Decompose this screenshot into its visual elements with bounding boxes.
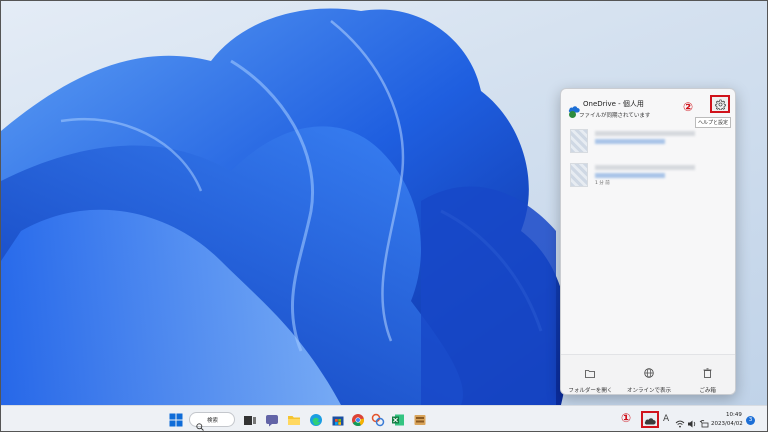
file-location-redacted	[595, 139, 665, 144]
onedrive-cloud-icon	[644, 410, 656, 429]
windows-start-icon[interactable]	[169, 412, 183, 427]
battery-icon[interactable]	[699, 414, 709, 428]
teams-chat-icon[interactable]	[265, 412, 279, 427]
search-icon	[196, 416, 204, 431]
view-online-label: オンラインで表示	[627, 388, 672, 394]
sync-status-icon	[569, 111, 576, 118]
onedrive-tray-button[interactable]	[641, 411, 659, 428]
snipping-tool-icon[interactable]	[371, 412, 385, 427]
sync-status-text: ファイルが同期されています	[579, 113, 651, 119]
chrome-browser-icon[interactable]	[351, 412, 365, 427]
ime-indicator[interactable]: A	[663, 414, 669, 424]
task-view-icon[interactable]	[243, 412, 257, 426]
recycle-bin-button[interactable]: ごみ箱	[678, 355, 735, 394]
help-settings-button[interactable]	[710, 95, 730, 113]
gear-icon	[714, 95, 726, 114]
volume-icon[interactable]	[687, 414, 697, 428]
file-thumbnail	[570, 163, 588, 187]
taskbar: 検索 ① A 10:49 2023/04/02 3	[1, 405, 767, 431]
annotation-marker-1: ①	[621, 411, 632, 425]
open-folder-label: フォルダーを開く	[568, 388, 613, 394]
microsoft-store-icon[interactable]	[331, 412, 345, 426]
list-item[interactable]	[561, 127, 735, 157]
recent-file-list: 1 分 前	[561, 127, 735, 195]
excel-icon[interactable]	[391, 412, 405, 426]
recycle-bin-icon	[703, 363, 712, 382]
taskbar-search-box[interactable]: 検索	[189, 412, 235, 431]
onedrive-flyout: OneDrive - 個人用 ファイルが同期されています ② ヘルプと設定 1 …	[560, 88, 736, 395]
clock-date[interactable]: 2023/04/02	[711, 421, 743, 427]
globe-icon	[644, 363, 654, 382]
search-label: 検索	[207, 418, 219, 424]
file-meta: 1 分 前	[595, 181, 610, 186]
flyout-footer: フォルダーを開く オンラインで表示 ごみ箱	[561, 354, 735, 394]
open-folder-button[interactable]: フォルダーを開く	[561, 355, 620, 394]
folder-icon	[585, 363, 596, 382]
flyout-title: OneDrive - 個人用	[583, 100, 644, 108]
edge-browser-icon[interactable]	[309, 412, 323, 426]
file-location-redacted	[595, 173, 665, 178]
flyout-header: OneDrive - 個人用 ファイルが同期されています ② ヘルプと設定	[561, 89, 735, 128]
clock-time[interactable]: 10:49	[726, 412, 742, 418]
wifi-icon[interactable]	[675, 414, 685, 428]
file-name-redacted	[595, 165, 695, 170]
file-name-redacted	[595, 131, 695, 136]
app-icon[interactable]	[413, 412, 427, 426]
file-explorer-icon[interactable]	[287, 412, 301, 426]
view-online-button[interactable]: オンラインで表示	[620, 355, 679, 394]
file-thumbnail	[570, 129, 588, 153]
notification-badge[interactable]: 3	[746, 416, 755, 425]
desktop-screen: OneDrive - 個人用 ファイルが同期されています ② ヘルプと設定 1 …	[0, 0, 768, 432]
annotation-marker-2: ②	[683, 100, 694, 114]
recycle-bin-label: ごみ箱	[699, 388, 716, 394]
list-item[interactable]: 1 分 前	[561, 161, 735, 191]
